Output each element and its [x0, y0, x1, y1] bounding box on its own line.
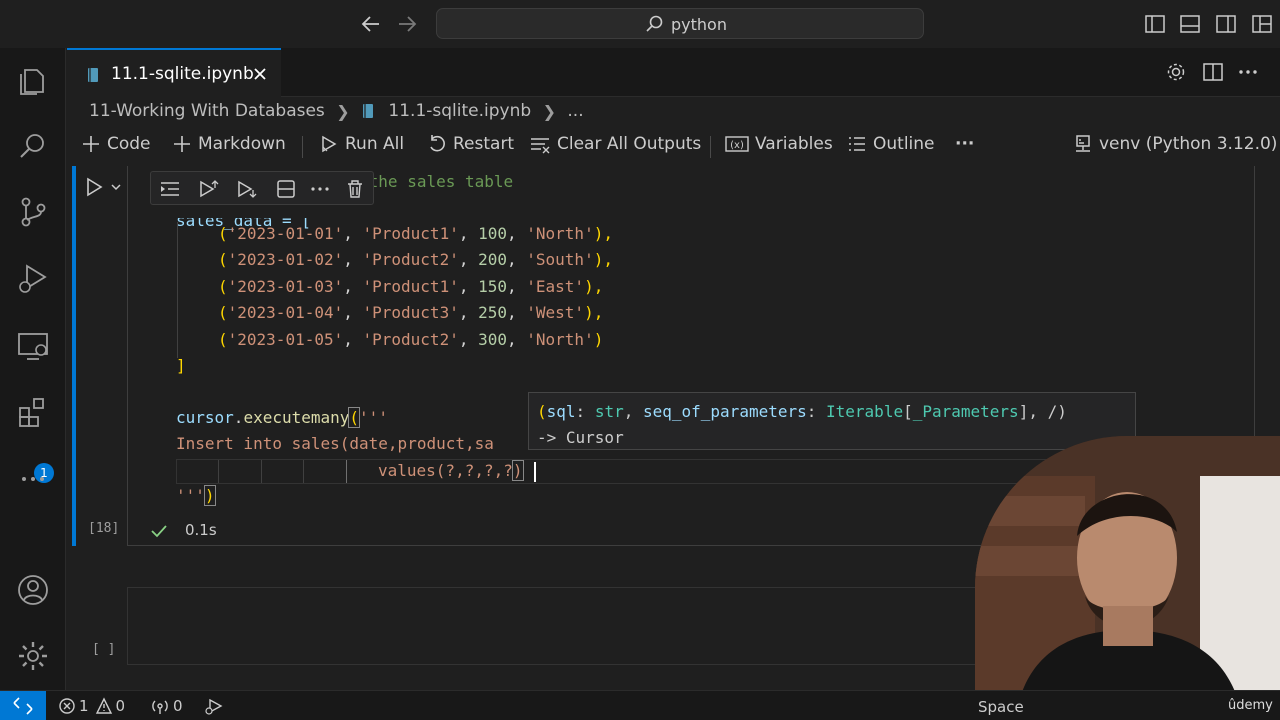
toolbar-divider [710, 136, 711, 158]
breadcrumb-folder[interactable]: 11-Working With Databases [89, 101, 325, 121]
indent-guide [218, 460, 219, 483]
broadcast-icon [152, 700, 168, 714]
indent-guide [303, 460, 304, 483]
code-line: ('2023-01-03', 'Product1', 150, 'East'), [218, 277, 604, 296]
title-bar: python [0, 0, 1280, 48]
manage-gear-icon[interactable] [15, 638, 51, 674]
extensions-icon[interactable] [15, 395, 51, 431]
notebook-file-icon [85, 67, 101, 83]
toggle-panel-icon[interactable] [1179, 13, 1201, 35]
code-line: values(?,?,?,?) [378, 460, 524, 481]
search-icon [645, 14, 665, 34]
more-views-icon[interactable] [15, 461, 51, 497]
delete-cell-trash-icon[interactable] [344, 178, 366, 200]
indent-guide [261, 460, 262, 483]
svg-text:(x): (x) [730, 140, 744, 151]
indent-guide [177, 222, 178, 358]
accounts-icon[interactable] [15, 572, 51, 608]
customize-layout-icon[interactable] [1251, 13, 1273, 35]
editor-tab-bar: 11.1-sqlite.ipynb [67, 48, 1280, 97]
more-actions-icon[interactable] [309, 178, 331, 200]
warning-icon [95, 696, 112, 714]
signature-help-popup: (sql: str, seq_of_parameters: Iterable[_… [528, 392, 1136, 450]
more-actions-icon[interactable] [1237, 61, 1259, 83]
chevron-down-icon[interactable] [109, 180, 123, 194]
code-line: ('2023-01-05', 'Product2', 300, 'North') [218, 330, 604, 349]
chevron-right-icon: ❯ [336, 101, 350, 121]
execute-below-icon[interactable] [235, 178, 257, 200]
udemy-watermark: ûdemy [1228, 698, 1273, 713]
clear-all-outputs-button[interactable]: Clear All Outputs [529, 134, 701, 158]
execute-above-icon[interactable] [197, 178, 219, 200]
check-icon [150, 522, 168, 540]
add-code-cell-button[interactable]: Code [81, 134, 151, 158]
code-line: cursor.executemany(''' [176, 407, 388, 428]
tab-notebook[interactable]: 11.1-sqlite.ipynb [67, 48, 281, 97]
problems-indicator[interactable]: 10 [58, 696, 131, 715]
command-center-search[interactable]: python [436, 8, 924, 39]
indentation-status[interactable]: Space [978, 698, 1024, 716]
cell-focus-indicator [72, 166, 76, 546]
search-icon[interactable] [15, 128, 51, 164]
execution-count: [18] [88, 521, 120, 536]
code-line: ('2023-01-02', 'Product2', 200, 'South')… [218, 250, 613, 269]
notebook-toolbar: Code Markdown Run All Restart Clear All … [67, 128, 1280, 164]
forward-arrow-icon[interactable] [395, 12, 419, 36]
code-line: ] [176, 356, 186, 375]
split-editor-icon[interactable] [1202, 61, 1224, 83]
notebook-file-icon [361, 103, 375, 119]
variables-button[interactable]: (x) Variables [725, 134, 833, 158]
breadcrumb-file[interactable]: 11.1-sqlite.ipynb [388, 101, 531, 121]
run-by-line-icon[interactable] [159, 178, 181, 200]
remote-explorer-icon[interactable] [15, 328, 51, 364]
breadcrumb-more[interactable]: ... [567, 101, 583, 121]
toolbar-more-button[interactable]: ··· [955, 134, 974, 158]
cell-toolbar [150, 171, 374, 205]
error-icon [59, 697, 75, 714]
code-line: ''') [176, 485, 216, 506]
run-cell-icon[interactable] [84, 176, 104, 198]
explorer-icon[interactable] [15, 62, 51, 98]
tab-label: 11.1-sqlite.ipynb [111, 64, 254, 84]
activity-bar: 1 [0, 48, 66, 690]
close-icon[interactable] [251, 65, 269, 83]
debug-launch-icon[interactable] [204, 696, 224, 715]
toggle-secondary-sidebar-icon[interactable] [1215, 13, 1237, 35]
remote-indicator[interactable] [0, 691, 46, 720]
execution-count: [ ] [92, 642, 116, 657]
source-control-icon[interactable] [15, 194, 51, 230]
execution-duration: 0.1s [185, 521, 217, 539]
status-bar: 10 0 Space [0, 690, 1280, 720]
split-cell-icon[interactable] [275, 178, 297, 200]
search-text: python [671, 15, 727, 34]
webcam-overlay [975, 436, 1280, 720]
outline-button[interactable]: Outline [847, 134, 935, 158]
toggle-primary-sidebar-icon[interactable] [1144, 13, 1166, 35]
run-debug-icon[interactable] [15, 260, 51, 296]
restart-button[interactable]: Restart [427, 134, 514, 158]
code-line: ('2023-01-01', 'Product1', 100, 'North')… [218, 224, 613, 243]
chevron-right-icon: ❯ [542, 101, 556, 121]
toolbar-divider [302, 136, 303, 158]
gear-icon[interactable] [1165, 61, 1187, 83]
run-all-button[interactable]: Run All [319, 134, 404, 158]
code-line: ('2023-01-04', 'Product3', 250, 'West'), [218, 303, 604, 322]
text-cursor [534, 462, 536, 482]
add-markdown-cell-button[interactable]: Markdown [172, 134, 286, 158]
back-arrow-icon[interactable] [359, 12, 383, 36]
breadcrumb: 11-Working With Databases ❯ 11.1-sqlite.… [89, 101, 584, 125]
code-line: Insert into sales(date,product,sa [176, 434, 494, 453]
kernel-picker[interactable]: venv (Python 3.12.0) [1073, 134, 1277, 158]
ports-indicator[interactable]: 0 [150, 696, 189, 715]
indent-guide [346, 460, 347, 483]
